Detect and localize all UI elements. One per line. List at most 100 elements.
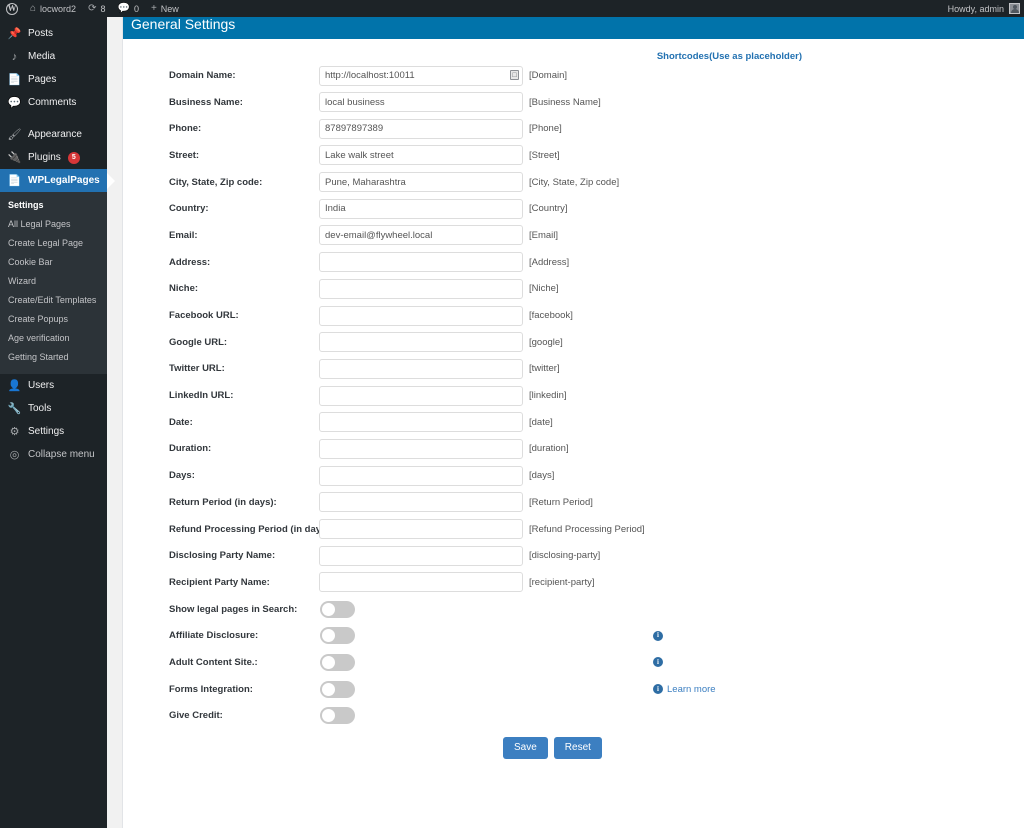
refund-processing-period-input[interactable]	[319, 519, 523, 539]
save-button[interactable]: Save	[503, 737, 548, 759]
twitter-url-input[interactable]	[319, 359, 523, 379]
toggle-label: Affiliate Disclosure:	[123, 630, 319, 641]
google-url-input[interactable]	[319, 332, 523, 352]
niche-input[interactable]	[319, 279, 523, 299]
avatar	[1009, 3, 1020, 14]
affiliate-disclosure-toggle[interactable]	[320, 627, 355, 644]
toggle-label: Forms Integration:	[123, 684, 319, 695]
sidebar-item-cookie-bar[interactable]: Cookie Bar	[0, 253, 107, 272]
info-icon[interactable]: i	[653, 631, 663, 641]
toggle-label: Adult Content Site.:	[123, 657, 319, 668]
field-row-days: Days: [days]	[123, 462, 1024, 489]
address-input[interactable]	[319, 252, 523, 272]
adminbar-updates[interactable]: ⟳ 8	[82, 0, 111, 17]
street-input[interactable]	[319, 145, 523, 165]
sidebar-item-wizard[interactable]: Wizard	[0, 272, 107, 291]
field-shortcode: [disclosing-party]	[529, 550, 600, 561]
sidebar-item-posts[interactable]: 📌 Posts	[0, 22, 107, 45]
sidebar-item-wplegalpages[interactable]: 📄 WPLegalPages	[0, 169, 107, 192]
sidebar-item-label: Settings	[28, 426, 64, 437]
pin-icon: 📌	[8, 27, 21, 40]
sidebar-item-label: Plugins	[28, 152, 61, 163]
field-shortcode: [City, State, Zip code]	[529, 177, 619, 188]
facebook-url-input[interactable]	[319, 306, 523, 326]
date-input[interactable]	[319, 412, 523, 432]
sidebar-item-users[interactable]: 👤 Users	[0, 374, 107, 397]
sidebar-item-settings[interactable]: Settings	[0, 196, 107, 215]
reset-button[interactable]: Reset	[554, 737, 602, 759]
sidebar-item-age-verification[interactable]: Age verification	[0, 329, 107, 348]
adminbar-comments[interactable]: 💬 0	[111, 0, 144, 17]
learn-more-link[interactable]: Learn more	[667, 684, 716, 695]
field-shortcode: [date]	[529, 417, 553, 428]
disclosing-party-name-input[interactable]	[319, 546, 523, 566]
legal-page-icon: 📄	[8, 174, 21, 187]
field-label: Date:	[123, 417, 319, 428]
adult-content-site-toggle[interactable]	[320, 654, 355, 671]
field-label: Refund Processing Period (in days):	[123, 524, 319, 535]
domain-name-input[interactable]	[319, 66, 523, 86]
sidebar-item-label: Pages	[28, 74, 56, 85]
field-label: Address:	[123, 257, 319, 268]
adminbar-account[interactable]: Howdy, admin	[948, 3, 1024, 14]
phone-input[interactable]	[319, 119, 523, 139]
sidebar-item-plugins[interactable]: 🔌 Plugins 5	[0, 146, 107, 169]
field-shortcode: [google]	[529, 337, 563, 348]
sidebar-item-create-legal-page[interactable]: Create Legal Page	[0, 234, 107, 253]
forms-integration-info: i Learn more	[653, 684, 716, 695]
page-title: General Settings	[131, 16, 235, 32]
adminbar-site-label: locword2	[40, 4, 76, 14]
sidebar-item-media[interactable]: ♪ Media	[0, 45, 107, 68]
sidebar-item-create-popups[interactable]: Create Popups	[0, 310, 107, 329]
field-row-twitter-url: Twitter URL: [twitter]	[123, 356, 1024, 383]
sidebar-item-label: Posts	[28, 28, 53, 39]
field-row-email: Email: [Email]	[123, 222, 1024, 249]
city-state-zip-input[interactable]	[319, 172, 523, 192]
sidebar-item-settings-core[interactable]: ⚙ Settings	[0, 420, 107, 443]
sidebar-item-create-edit-templates[interactable]: Create/Edit Templates	[0, 291, 107, 310]
field-label: City, State, Zip code:	[123, 177, 319, 188]
sidebar-item-pages[interactable]: 📄 Pages	[0, 68, 107, 91]
toggle-row-forms-integration: Forms Integration: i Learn more	[123, 676, 1024, 703]
field-shortcode: [twitter]	[529, 363, 560, 374]
duration-input[interactable]	[319, 439, 523, 459]
business-name-input[interactable]	[319, 92, 523, 112]
give-credit-toggle[interactable]	[320, 707, 355, 724]
media-icon: ♪	[8, 51, 21, 63]
field-row-disclosing-party-name: Disclosing Party Name: [disclosing-party…	[123, 542, 1024, 569]
toggle-row-affiliate-disclosure: Affiliate Disclosure: i	[123, 622, 1024, 649]
sidebar-item-getting-started[interactable]: Getting Started	[0, 348, 107, 367]
field-shortcode: [recipient-party]	[529, 577, 594, 588]
field-label: Disclosing Party Name:	[123, 550, 319, 561]
shortcodes-link[interactable]: Shortcodes(Use as placeholder)	[657, 51, 802, 62]
sidebar-item-label: Users	[28, 380, 54, 391]
recipient-party-name-input[interactable]	[319, 572, 523, 592]
sidebar-item-comments[interactable]: 💬 Comments	[0, 91, 107, 114]
field-shortcode: [Address]	[529, 257, 569, 268]
show-legal-pages-in-search-toggle[interactable]	[320, 601, 355, 618]
field-shortcode: [Domain]	[529, 70, 567, 81]
settings-form: Domain Name: □ [Domain] Business Name: […	[123, 62, 1024, 759]
email-input[interactable]	[319, 225, 523, 245]
sidebar-item-all-legal-pages[interactable]: All Legal Pages	[0, 215, 107, 234]
field-shortcode: [days]	[529, 470, 554, 481]
sidebar-item-label: Appearance	[28, 129, 82, 140]
info-icon[interactable]: i	[653, 684, 663, 694]
return-period-input[interactable]	[319, 492, 523, 512]
field-label: Facebook URL:	[123, 310, 319, 321]
linkedin-url-input[interactable]	[319, 386, 523, 406]
country-input[interactable]	[319, 199, 523, 219]
sidebar-item-tools[interactable]: 🔧 Tools	[0, 397, 107, 420]
field-row-niche: Niche: [Niche]	[123, 276, 1024, 303]
sidebar-collapse-menu[interactable]: ◎ Collapse menu	[0, 443, 107, 466]
toggle-row-show-legal-pages-in-search: Show legal pages in Search:	[123, 596, 1024, 623]
days-input[interactable]	[319, 466, 523, 486]
adminbar-site-name[interactable]: ⌂ locword2	[24, 0, 82, 17]
field-row-business-name: Business Name: [Business Name]	[123, 89, 1024, 116]
sidebar-item-appearance[interactable]: 🖌 Appearance	[0, 123, 107, 146]
forms-integration-toggle[interactable]	[320, 681, 355, 698]
info-icon[interactable]: i	[653, 657, 663, 667]
field-label: Niche:	[123, 283, 319, 294]
adminbar-new-content[interactable]: + New	[145, 0, 185, 17]
adminbar-wp-logo[interactable]: W	[0, 0, 24, 17]
